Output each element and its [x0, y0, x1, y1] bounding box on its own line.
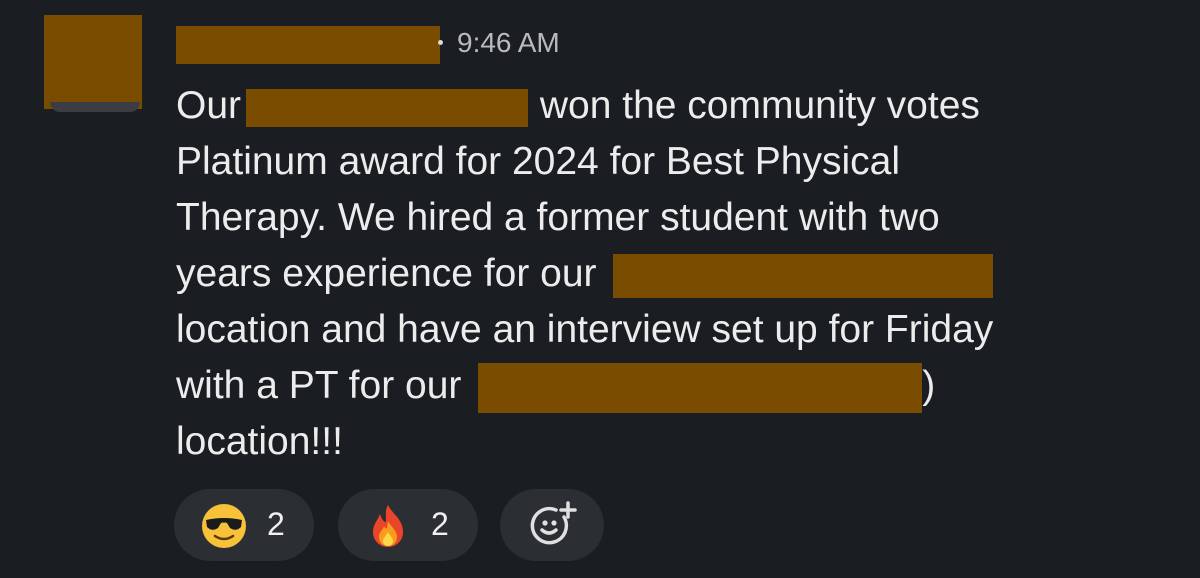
line-text: Platinum award for 2024 for Best Physica… [176, 140, 901, 183]
timestamp[interactable]: 9:46 AM [457, 27, 560, 59]
chat-message: 9:46 AM Our won the community votes Plat… [0, 0, 1200, 578]
add-reaction-button[interactable] [500, 489, 604, 561]
line-text: with a PT for our [176, 364, 473, 407]
message-line: years experience for our [176, 246, 994, 302]
line-text: location and have an interview set up fo… [176, 308, 994, 351]
fire-icon [373, 505, 403, 547]
reaction-fire[interactable]: 2 [338, 489, 478, 561]
line-text: Our [176, 84, 252, 127]
message-line: Our won the community votes [176, 78, 980, 134]
avatar-edge [50, 102, 140, 112]
line-text: location!!! [176, 420, 343, 463]
reaction-count: 2 [431, 506, 449, 542]
reaction-sunglasses[interactable]: 2 [174, 489, 314, 561]
message-line: Therapy. We hired a former student with … [176, 190, 940, 246]
redacted-text [478, 362, 923, 413]
message-line: with a PT for our ) [176, 358, 935, 414]
line-text: ) [922, 364, 936, 407]
line-text: years experience for our [176, 252, 608, 295]
line-text: Therapy. We hired a former student with … [176, 196, 940, 239]
add-emoji-icon [530, 501, 577, 545]
message-line: location!!! [176, 414, 343, 470]
reaction-count: 2 [267, 506, 285, 542]
sunglasses-face-icon [202, 504, 246, 548]
message-line: location and have an interview set up fo… [176, 302, 993, 358]
separator-dot [438, 40, 443, 45]
message-line: Platinum award for 2024 for Best Physica… [176, 134, 900, 190]
line-text: won the community votes [539, 84, 980, 127]
redacted-text [613, 253, 994, 298]
redacted-text [245, 88, 528, 127]
sender-name-redacted[interactable] [176, 26, 440, 64]
avatar[interactable] [44, 15, 142, 109]
